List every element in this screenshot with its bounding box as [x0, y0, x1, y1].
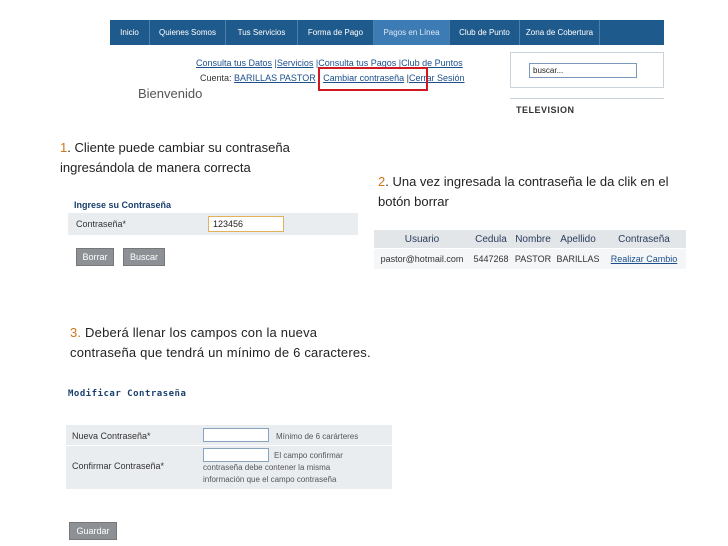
- step2-caption: 2. Una vez ingresada la contraseña le da…: [378, 172, 698, 212]
- col-cedula: Cedula: [475, 233, 507, 245]
- step2-text: . Una vez ingresada la contraseña le da …: [378, 174, 669, 209]
- results-table: Usuario Cedula Nombre Apellido Contraseñ…: [374, 230, 686, 272]
- password-label: Contraseña*: [76, 219, 127, 229]
- form3-title: Modificar Contraseña: [68, 389, 187, 399]
- nav-inicio[interactable]: Inicio: [110, 20, 150, 45]
- buscar-button[interactable]: Buscar: [123, 248, 165, 266]
- col-nombre: Nombre: [515, 233, 551, 245]
- modify-password-form: Nueva Contraseña* Mínimo de 6 carárteres…: [66, 425, 392, 489]
- link-consulta-datos[interactable]: Consulta tus Datos: [196, 58, 272, 68]
- step1-text: . Cliente puede cambiar su contraseña in…: [60, 140, 290, 175]
- nav-tus-servicios[interactable]: Tus Servicios: [226, 20, 298, 45]
- borrar-button[interactable]: Borrar: [76, 248, 114, 266]
- step3-number: 3.: [70, 325, 82, 340]
- confirm-note-c: información que el campo contraseña: [203, 475, 337, 484]
- confirm-password-input[interactable]: [203, 448, 269, 462]
- table-header: Usuario Cedula Nombre Apellido Contraseñ…: [374, 230, 686, 248]
- welcome-text: Bienvenido: [138, 86, 203, 101]
- nav-pagos-en-linea[interactable]: Pagos en Línea: [374, 20, 450, 45]
- password-input[interactable]: [208, 216, 284, 232]
- table-row: pastor@hotmail.com 5447268 PASTOR BARILL…: [374, 249, 686, 269]
- nav-quienes-somos[interactable]: Quienes Somos: [150, 20, 226, 45]
- nav-zona-de-cobertura[interactable]: Zona de Cobertura: [520, 20, 600, 45]
- confirm-password-label: Confirmar Contraseña*: [72, 461, 165, 471]
- tv-label: TELEVISION: [516, 105, 575, 115]
- col-apellido: Apellido: [560, 233, 596, 245]
- col-contrasena: Contraseña: [618, 233, 670, 245]
- step1-caption: 1. Cliente puede cambiar su contraseña i…: [60, 138, 360, 178]
- nav-forma-de-pago[interactable]: Forma de Pago: [298, 20, 374, 45]
- form1-title: Ingrese su Contraseña: [74, 200, 172, 210]
- cell-nombre: PASTOR: [514, 254, 552, 264]
- tv-panel: TELEVISION: [510, 98, 664, 115]
- top-nav: Inicio Quienes Somos Tus Servicios Forma…: [110, 20, 664, 45]
- new-password-label: Nueva Contraseña*: [72, 431, 151, 441]
- link-servicios[interactable]: Servicios: [277, 58, 314, 68]
- password-entry-form: Ingrese su Contraseña Contraseña* Borrar…: [68, 197, 358, 277]
- search-panel: [510, 52, 664, 88]
- cell-apellido: BARILLAS: [556, 254, 600, 264]
- confirm-note-b: contraseña debe contener la misma: [203, 463, 331, 472]
- new-password-input[interactable]: [203, 428, 269, 442]
- highlight-box: [318, 67, 428, 91]
- new-password-row: Nueva Contraseña* Mínimo de 6 carárteres: [66, 425, 392, 445]
- nav-club-de-punto[interactable]: Club de Punto: [450, 20, 520, 45]
- step3-text: Deberá llenar los campos con la nueva co…: [70, 325, 371, 360]
- search-input[interactable]: [529, 63, 637, 78]
- cell-usuario: pastor@hotmail.com: [380, 254, 464, 264]
- cuenta-user[interactable]: BARILLAS PASTOR: [234, 73, 316, 83]
- cuenta-label: Cuenta:: [200, 73, 232, 83]
- confirm-note-a: El campo confirmar: [274, 451, 343, 460]
- guardar-button[interactable]: Guardar: [69, 522, 117, 540]
- realizar-cambio-link[interactable]: Realizar Cambio: [602, 249, 686, 269]
- step3-caption: 3. Deberá llenar los campos con la nueva…: [70, 323, 380, 363]
- new-password-note: Mínimo de 6 carárteres: [276, 432, 359, 441]
- cell-cedula: 5447268: [473, 254, 509, 264]
- form1-row: Contraseña*: [68, 213, 358, 235]
- confirm-password-row: Confirmar Contraseña* El campo confirmar…: [66, 446, 392, 489]
- col-usuario: Usuario: [404, 233, 440, 245]
